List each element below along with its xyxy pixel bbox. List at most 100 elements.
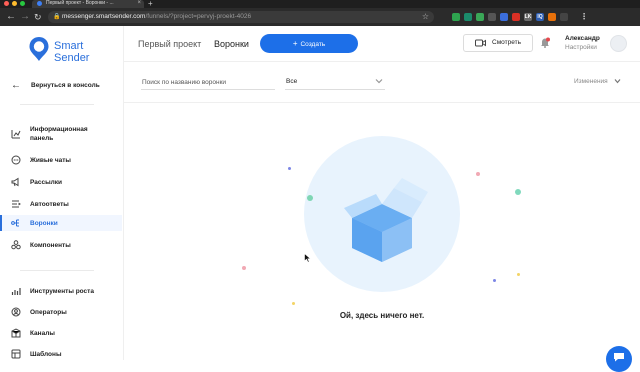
url-host: messenger.smartsender.com	[62, 13, 146, 20]
logo-line1: Smart	[54, 40, 84, 52]
sidebar-item-megaphone[interactable]: Рассылки	[0, 174, 122, 190]
browser-menu-icon[interactable]: ⋮	[580, 13, 588, 21]
status-select[interactable]: Все	[285, 76, 385, 90]
sidebar-item-components[interactable]: Компоненты	[0, 237, 122, 253]
status-select-value: Все	[286, 78, 298, 85]
browser-tab[interactable]: Первый проект - Воронки - ... ×	[32, 0, 144, 8]
chevron-down-icon	[375, 79, 383, 84]
sidebar-item-label: Компоненты	[30, 241, 71, 250]
address-bar[interactable]: 🔒 messenger.smartsender.com/funnels/?pro…	[48, 11, 434, 23]
growth-icon	[11, 288, 21, 295]
ext-teal-icon[interactable]	[464, 13, 472, 21]
breadcrumb-project[interactable]: Первый проект	[138, 26, 201, 62]
sidebar-item-label-line1: Живые чаты	[30, 157, 71, 164]
sidebar-item-label: Инструменты роста	[30, 287, 94, 296]
sidebar-item-label: Операторы	[30, 308, 67, 317]
templates-icon	[11, 349, 21, 359]
tab-close-icon[interactable]: ×	[137, 0, 141, 7]
sidebar-item-growth[interactable]: Инструменты роста	[0, 283, 122, 299]
support-chat-button[interactable]	[606, 346, 632, 372]
sidebar-item-label: Каналы	[30, 329, 55, 338]
funnels-content: Ой, здесь ничего нет.	[124, 103, 640, 360]
sidebar-item-label: Воронки	[30, 219, 58, 228]
close-window-icon[interactable]	[4, 1, 9, 6]
changes-dropdown[interactable]: Изменения	[574, 76, 621, 88]
sidebar-item-label-line1: Операторы	[30, 309, 67, 316]
ext-green2-icon[interactable]	[476, 13, 484, 21]
sidebar-divider	[20, 270, 94, 271]
confetti-dot	[517, 273, 520, 276]
filter-bar: Все Изменения	[124, 62, 640, 103]
sidebar-item-funnel[interactable]: Воронки	[0, 215, 122, 231]
sidebar-item-label: Информационная панель	[30, 125, 88, 143]
ext-gray-icon[interactable]	[488, 13, 496, 21]
confetti-dot	[515, 189, 521, 195]
sidebar-item-label: Автоответы	[30, 200, 69, 209]
back-to-console-label: Вернуться в консоль	[31, 82, 100, 89]
bolt-icon	[12, 200, 21, 208]
logo-line2: Sender	[54, 52, 90, 64]
video-camera-icon	[475, 39, 486, 47]
sidebar-item-label-line1: Компоненты	[30, 242, 71, 249]
watch-button-label: Смотреть	[492, 39, 521, 46]
ext-lk-icon[interactable]: LK	[524, 13, 532, 21]
create-button-label: Создать	[300, 41, 326, 48]
sidebar-item-bolt[interactable]: Автоответы	[0, 196, 122, 212]
arrow-left-icon: ←	[11, 80, 21, 91]
sidebar-item-label-line1: Информационная	[30, 126, 88, 133]
sidebar-item-label-line1: Каналы	[30, 330, 55, 337]
confetti-dot	[288, 167, 291, 170]
maximize-window-icon[interactable]	[20, 1, 25, 6]
ext-orange-icon[interactable]	[548, 13, 556, 21]
minimize-window-icon[interactable]	[12, 1, 17, 6]
forward-arrow-icon[interactable]: →	[20, 10, 30, 24]
page-title: Воронки	[214, 39, 249, 49]
favicon-icon	[37, 1, 42, 6]
notification-bell-icon[interactable]	[540, 37, 550, 48]
back-to-console-link[interactable]: ← Вернуться в консоль	[11, 79, 121, 93]
megaphone-icon	[11, 177, 19, 187]
chat-icon	[11, 155, 21, 165]
ext-green-icon[interactable]	[452, 13, 460, 21]
back-arrow-icon[interactable]: ←	[6, 10, 16, 24]
empty-state-text: Ой, здесь ничего нет.	[339, 311, 425, 320]
sidebar-item-label-line1: Шаблоны	[30, 351, 62, 358]
user-name[interactable]: Александр	[565, 34, 600, 43]
confetti-dot	[476, 172, 480, 176]
user-settings-link[interactable]: Настройки	[565, 43, 597, 52]
chat-bubble-icon	[614, 353, 624, 362]
reload-icon[interactable]: ↻	[34, 10, 42, 24]
sidebar-item-channels[interactable]: Каналы	[0, 325, 122, 341]
browser-tabbar: Первый проект - Воронки - ... × +	[0, 0, 640, 8]
new-tab-icon[interactable]: +	[148, 0, 153, 8]
confetti-dot	[292, 302, 295, 305]
bookmark-star-icon[interactable]: ☆	[422, 11, 429, 23]
sidebar-item-label-line1: Воронки	[30, 220, 58, 227]
logo-pin-icon	[29, 37, 49, 61]
sidebar-item-label: Рассылки	[30, 178, 62, 187]
top-header: Первый проект Воронки + Создать Смотреть …	[124, 26, 640, 62]
create-button[interactable]: + Создать	[260, 34, 358, 53]
watch-button[interactable]: Смотреть	[463, 34, 533, 52]
url-path: /funnels/?project=pervyj-proekt-4026	[145, 13, 252, 20]
sidebar-item-chart[interactable]: Информационная панель	[0, 122, 122, 146]
sidebar-item-operators[interactable]: Операторы	[0, 304, 122, 320]
components-icon	[11, 240, 21, 250]
funnel-search-input[interactable]	[141, 76, 275, 90]
chart-icon	[11, 130, 21, 139]
logo[interactable]: Smart Sender	[28, 36, 108, 72]
mouse-cursor-icon	[304, 253, 311, 263]
confetti-dot	[307, 195, 313, 201]
confetti-dot	[242, 266, 246, 270]
sidebar-item-label-line1: Инструменты роста	[30, 288, 94, 295]
empty-box-icon	[344, 178, 428, 262]
changes-label: Изменения	[574, 78, 608, 85]
tab-title: Первый проект - Воронки - ...	[46, 0, 114, 6]
ext-iq-icon[interactable]: IQ	[536, 13, 544, 21]
ext-puzzle-icon[interactable]	[560, 13, 568, 21]
sidebar-item-chat[interactable]: Живые чаты	[0, 152, 122, 168]
confetti-dot	[493, 279, 496, 282]
avatar[interactable]	[610, 35, 627, 52]
ext-red-icon[interactable]	[512, 13, 520, 21]
ext-blue-icon[interactable]	[500, 13, 508, 21]
